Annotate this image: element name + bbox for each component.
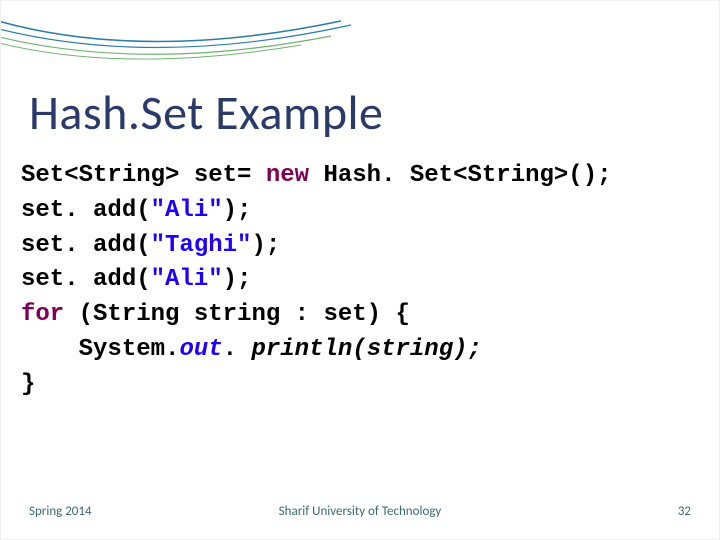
- code-line-4: set. add("Ali");: [21, 266, 251, 293]
- footer-date: Spring 2014: [29, 504, 92, 519]
- decorative-swoosh: [1, 1, 720, 81]
- code-line-6: System.out. println(string);: [21, 336, 482, 363]
- slide-number: 32: [678, 504, 691, 519]
- footer-institution: Sharif University of Technology: [279, 504, 442, 519]
- code-line-3: set. add("Taghi");: [21, 232, 280, 259]
- code-line-7: }: [21, 371, 35, 398]
- code-line-5: for (String string : set) {: [21, 301, 410, 328]
- code-line-1: Set<String> set= new Hash. Set<String>()…: [21, 162, 612, 189]
- slide-title: Hash.Set Example: [29, 83, 383, 142]
- code-block: Set<String> set= new Hash. Set<String>()…: [21, 159, 612, 403]
- code-line-2: set. add("Ali");: [21, 197, 251, 224]
